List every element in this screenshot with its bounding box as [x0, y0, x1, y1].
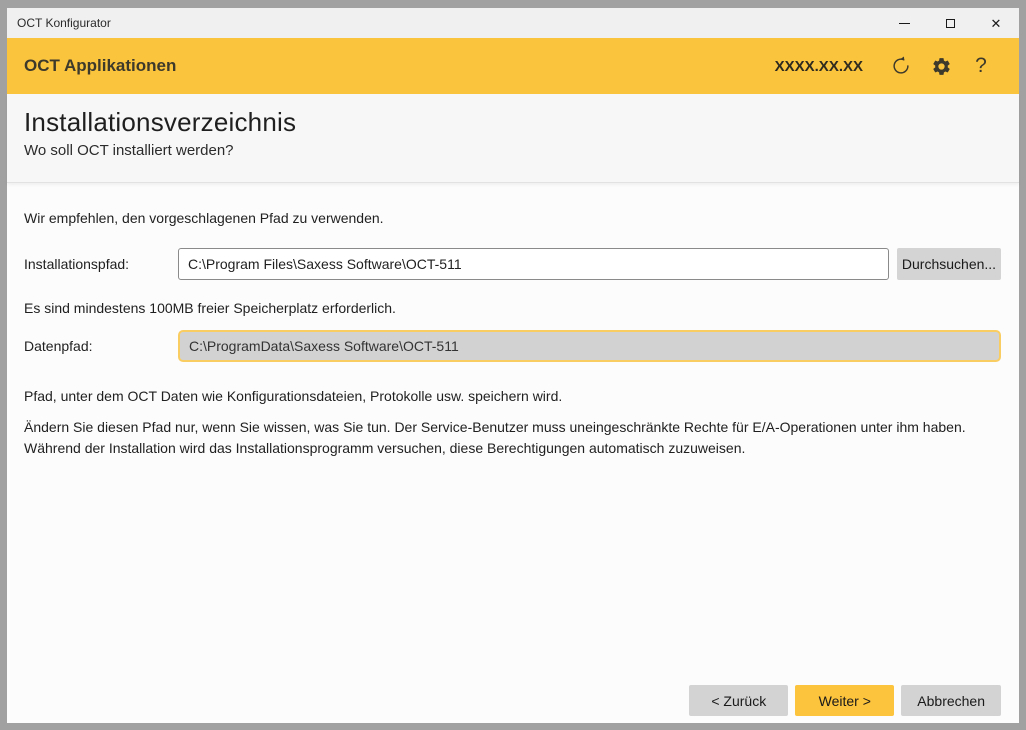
version-label: XXXX.XX.XX: [775, 58, 863, 75]
help-icon: ?: [975, 54, 987, 78]
maximize-button[interactable]: [927, 8, 973, 38]
footer-nav: < Zurück Weiter > Abbrechen: [24, 685, 1001, 723]
browse-button[interactable]: Durchsuchen...: [897, 248, 1001, 280]
install-path-label: Installationspfad:: [24, 256, 178, 272]
back-button[interactable]: < Zurück: [689, 685, 788, 716]
data-path-row: Datenpfad:: [24, 330, 1001, 362]
gear-icon: [931, 56, 952, 77]
installer-window: OCT Konfigurator ✕ OCT Applikationen XXX…: [0, 0, 1026, 730]
cancel-button[interactable]: Abbrechen: [901, 685, 1001, 716]
app-header: OCT Applikationen XXXX.XX.XX ?: [7, 38, 1019, 94]
disk-space-note: Es sind mindestens 100MB freier Speicher…: [24, 300, 1001, 316]
data-path-note: Pfad, unter dem OCT Daten wie Konfigurat…: [24, 388, 1001, 404]
titlebar: OCT Konfigurator ✕: [7, 8, 1019, 38]
data-path-label: Datenpfad:: [24, 338, 178, 354]
window-title: OCT Konfigurator: [7, 16, 881, 30]
close-icon: ✕: [991, 17, 1002, 30]
close-button[interactable]: ✕: [973, 8, 1019, 38]
data-path-input[interactable]: [178, 330, 1001, 362]
page-subtitle: Wo soll OCT installiert werden?: [24, 142, 1001, 159]
window-controls: ✕: [881, 8, 1019, 38]
install-path-input[interactable]: [178, 248, 889, 280]
refresh-button[interactable]: [881, 46, 921, 86]
minimize-icon: [899, 23, 910, 24]
settings-button[interactable]: [921, 46, 961, 86]
help-button[interactable]: ?: [961, 46, 1001, 86]
intro-text: Wir empfehlen, den vorgeschlagenen Pfad …: [24, 210, 1001, 226]
page-title: Installationsverzeichnis: [24, 107, 1001, 138]
next-button[interactable]: Weiter >: [795, 685, 894, 716]
install-path-row: Installationspfad: Durchsuchen...: [24, 248, 1001, 280]
warning-text: Ändern Sie diesen Pfad nur, wenn Sie wis…: [24, 417, 1001, 459]
refresh-icon: [890, 55, 912, 77]
minimize-button[interactable]: [881, 8, 927, 38]
app-title: OCT Applikationen: [24, 56, 775, 76]
maximize-icon: [946, 19, 955, 28]
page-heading: Installationsverzeichnis Wo soll OCT ins…: [7, 94, 1019, 183]
content-area: Wir empfehlen, den vorgeschlagenen Pfad …: [7, 183, 1019, 723]
